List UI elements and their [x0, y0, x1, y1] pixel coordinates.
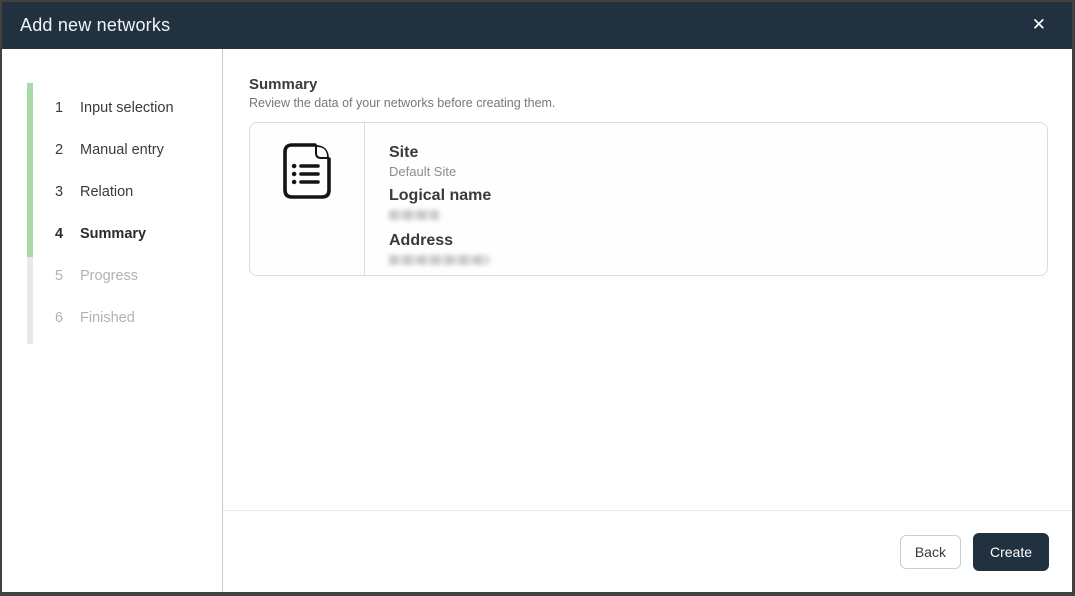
step-list: 1 Input selection 2 Manual entry 3 Relat…: [2, 49, 222, 339]
dialog-header: Add new networks ✕: [2, 2, 1072, 49]
dialog-body: 1 Input selection 2 Manual entry 3 Relat…: [2, 49, 1072, 592]
step-finished: 6 Finished: [55, 297, 222, 339]
wizard-stepper: 1 Input selection 2 Manual entry 3 Relat…: [2, 49, 223, 592]
network-summary-card: Site Default Site Logical name Address: [249, 122, 1048, 276]
step-label: Manual entry: [80, 142, 164, 158]
step-relation[interactable]: 3 Relation: [55, 171, 222, 213]
step-summary[interactable]: 4 Summary: [55, 213, 222, 255]
step-label: Progress: [80, 268, 138, 284]
add-networks-dialog: Add new networks ✕ 1 Input selection 2 M…: [0, 0, 1075, 596]
step-progress: 5 Progress: [55, 255, 222, 297]
step-number: 4: [55, 226, 80, 242]
step-label: Finished: [80, 310, 135, 326]
step-number: 3: [55, 184, 80, 200]
stepper-progress-remaining: [27, 257, 33, 344]
step-label: Input selection: [80, 100, 174, 116]
stepper-progress-track: [27, 83, 33, 344]
close-button[interactable]: ✕: [1024, 11, 1054, 40]
step-number: 1: [55, 100, 80, 116]
step-number: 2: [55, 142, 80, 158]
field-value-address-redacted: [389, 255, 489, 265]
card-icon-cell: [250, 123, 365, 275]
field-label-logical-name: Logical name: [389, 186, 1047, 205]
step-manual-entry[interactable]: 2 Manual entry: [55, 129, 222, 171]
summary-panel: Summary Review the data of your networks…: [223, 49, 1072, 510]
create-button[interactable]: Create: [973, 533, 1049, 571]
step-label: Relation: [80, 184, 133, 200]
step-number: 5: [55, 268, 80, 284]
step-label: Summary: [80, 226, 146, 242]
field-value-site: Default Site: [389, 164, 1047, 179]
close-icon: ✕: [1032, 15, 1046, 35]
field-label-site: Site: [389, 143, 1047, 162]
stepper-progress-done: [27, 83, 33, 257]
section-subheading: Review the data of your networks before …: [249, 96, 1048, 110]
step-number: 6: [55, 310, 80, 326]
step-input-selection[interactable]: 1 Input selection: [55, 87, 222, 129]
file-list-icon: [281, 142, 333, 205]
back-button[interactable]: Back: [900, 535, 961, 569]
card-fields: Site Default Site Logical name Address: [365, 123, 1047, 275]
section-heading: Summary: [249, 76, 1048, 93]
dialog-content: Summary Review the data of your networks…: [223, 49, 1072, 592]
field-label-address: Address: [389, 231, 1047, 250]
field-value-logical-name-redacted: [389, 210, 439, 220]
dialog-title: Add new networks: [20, 15, 170, 36]
dialog-footer: Back Create: [223, 510, 1072, 592]
